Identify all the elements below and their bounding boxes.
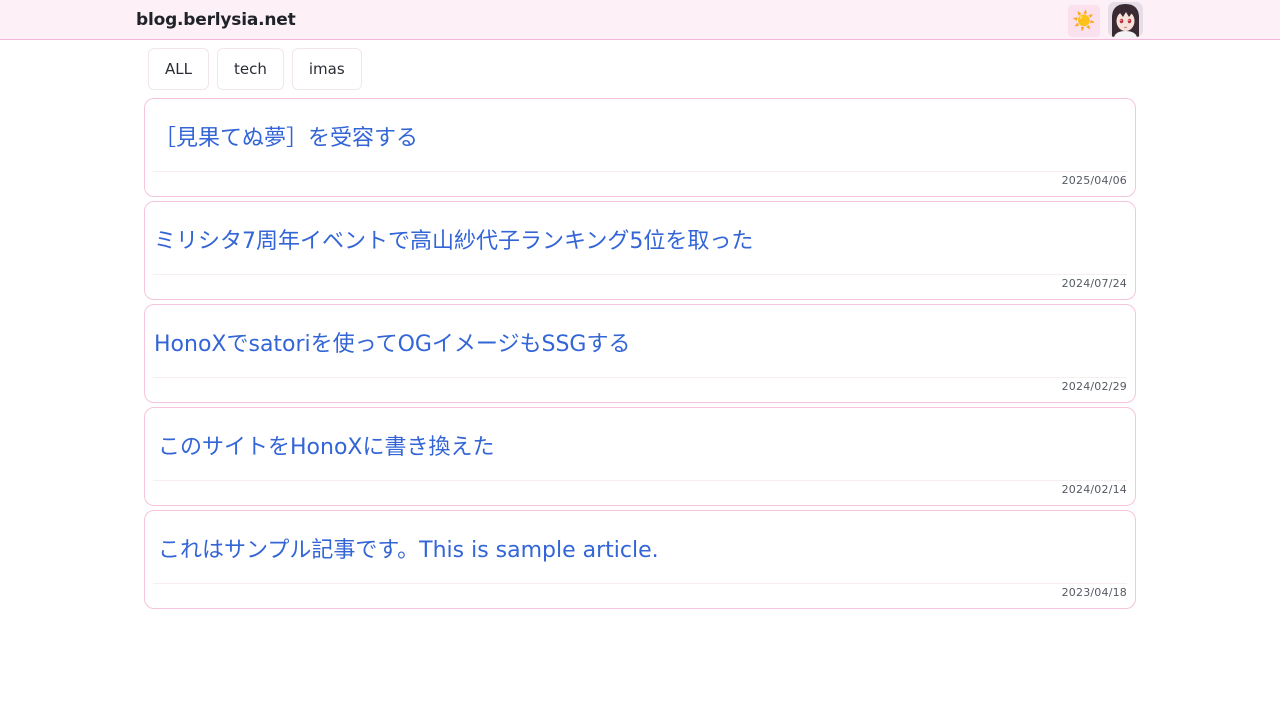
article-date: 2025/04/06 (1061, 174, 1127, 187)
divider (153, 274, 1127, 275)
tag-tech[interactable]: tech (216, 48, 284, 90)
sun-icon: ☀️ (1072, 9, 1096, 32)
article-card[interactable]: ［見果てぬ夢］を受容する 2025/04/06 (144, 98, 1136, 197)
tag-all[interactable]: ALL (148, 48, 209, 90)
article-date: 2024/02/29 (1061, 380, 1127, 393)
article-title[interactable]: ［見果てぬ夢］を受容する (154, 121, 418, 157)
article-card[interactable]: ミリシタ7周年イベントで高山紗代子ランキング5位を取った 2024/07/24 (144, 201, 1136, 300)
article-title[interactable]: このサイトをHonoXに書き換えた (158, 430, 494, 466)
theme-toggle-button[interactable]: ☀️ (1068, 5, 1100, 37)
article-date: 2024/02/14 (1061, 483, 1127, 496)
divider (153, 480, 1127, 481)
article-title[interactable]: これはサンプル記事です。This is sample article. (158, 533, 659, 569)
avatar-icon[interactable] (1108, 2, 1143, 37)
divider (153, 171, 1127, 172)
tag-filter: ALL tech imas (148, 48, 362, 90)
site-header: blog.berlysia.net ☀️ (0, 0, 1280, 40)
article-date: 2024/07/24 (1061, 277, 1127, 290)
article-date: 2023/04/18 (1061, 586, 1127, 599)
article-card[interactable]: HonoXでsatoriを使ってOGイメージもSSGする 2024/02/29 (144, 304, 1136, 403)
divider (153, 377, 1127, 378)
divider (153, 583, 1127, 584)
tag-imas[interactable]: imas (291, 48, 362, 90)
article-title[interactable]: HonoXでsatoriを使ってOGイメージもSSGする (154, 327, 630, 363)
article-card[interactable]: このサイトをHonoXに書き換えた 2024/02/14 (144, 407, 1136, 506)
article-list: ［見果てぬ夢］を受容する 2025/04/06 ミリシタ7周年イベントで高山紗代… (144, 98, 1136, 613)
article-card[interactable]: これはサンプル記事です。This is sample article. 2023… (144, 510, 1136, 609)
site-title-link[interactable]: blog.berlysia.net (136, 10, 296, 30)
article-title[interactable]: ミリシタ7周年イベントで高山紗代子ランキング5位を取った (154, 224, 753, 260)
avatar-illustration (1108, 2, 1143, 37)
